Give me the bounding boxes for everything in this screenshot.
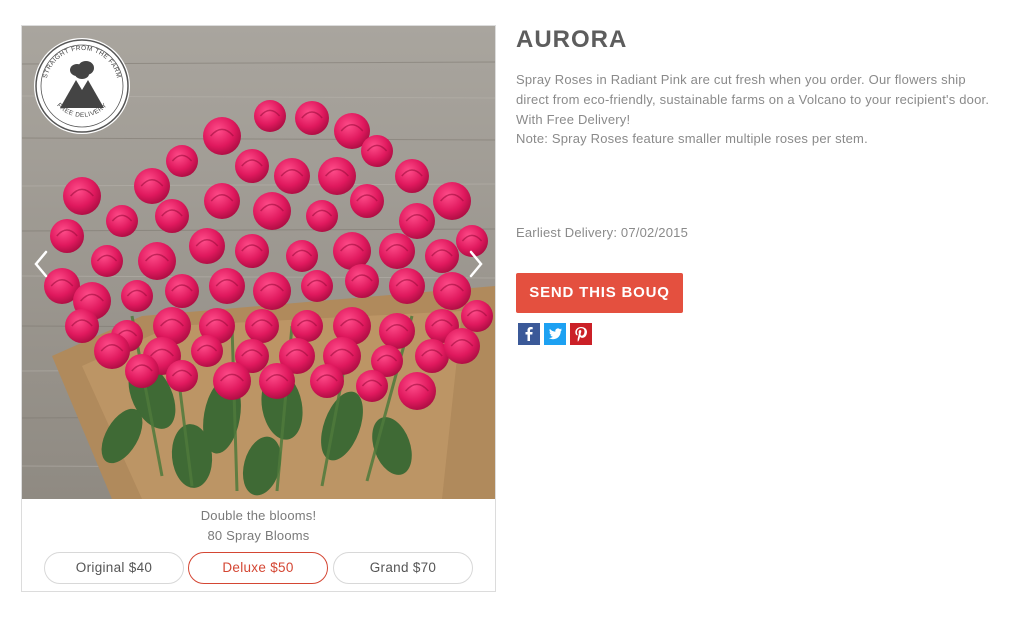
rose-bloom bbox=[203, 117, 241, 155]
rose-bloom bbox=[94, 333, 130, 369]
rose-bloom bbox=[310, 364, 344, 398]
rose-bloom bbox=[389, 268, 425, 304]
earliest-delivery: Earliest Delivery: 07/02/2015 bbox=[516, 225, 689, 240]
rose-bloom bbox=[295, 101, 329, 135]
pinterest-icon[interactable] bbox=[570, 323, 592, 345]
product-description: Spray Roses in Radiant Pink are cut fres… bbox=[516, 72, 990, 127]
rose-bloom bbox=[345, 264, 379, 298]
rose-bloom bbox=[134, 168, 170, 204]
rose-bloom bbox=[50, 219, 84, 253]
rose-bloom bbox=[204, 183, 240, 219]
rose-bloom bbox=[209, 268, 245, 304]
rose-bloom bbox=[121, 280, 153, 312]
rose-bloom bbox=[379, 313, 415, 349]
product-image-card: STRAIGHT FROM THE FARM FREE DELIVERY Dou… bbox=[21, 25, 496, 592]
facebook-icon[interactable] bbox=[518, 323, 540, 345]
rose-bloom bbox=[235, 149, 269, 183]
rose-bloom bbox=[333, 232, 371, 270]
rose-bloom bbox=[398, 372, 436, 410]
rose-bloom bbox=[259, 363, 295, 399]
rose-bloom bbox=[301, 270, 333, 302]
chevron-left-icon[interactable] bbox=[30, 248, 54, 280]
rose-bloom bbox=[425, 239, 459, 273]
rose-bloom bbox=[63, 177, 101, 215]
size-option-grand[interactable]: Grand $70 bbox=[333, 552, 473, 584]
send-bouquet-button[interactable]: SEND THIS BOUQ bbox=[516, 273, 683, 313]
rose-bloom bbox=[166, 360, 198, 392]
rose-bloom bbox=[318, 157, 356, 195]
rose-bloom bbox=[165, 274, 199, 308]
size-option-deluxe[interactable]: Deluxe $50 bbox=[188, 552, 328, 584]
chevron-right-icon[interactable] bbox=[463, 248, 487, 280]
rose-bloom bbox=[461, 300, 493, 332]
rose-bloom bbox=[125, 354, 159, 388]
rose-bloom bbox=[356, 370, 388, 402]
rose-bloom bbox=[415, 339, 449, 373]
rose-bloom bbox=[399, 203, 435, 239]
rose-bloom bbox=[433, 182, 471, 220]
farm-badge: STRAIGHT FROM THE FARM FREE DELIVERY bbox=[34, 38, 130, 134]
size-option-original[interactable]: Original $40 bbox=[44, 552, 184, 584]
rose-bloom bbox=[155, 199, 189, 233]
rose-bloom bbox=[91, 245, 123, 277]
rose-bloom bbox=[350, 184, 384, 218]
rose-bloom bbox=[166, 145, 198, 177]
rose-bloom bbox=[274, 158, 310, 194]
rose-bloom bbox=[444, 328, 480, 364]
rose-bloom bbox=[306, 200, 338, 232]
rose-bloom bbox=[291, 310, 323, 342]
rose-bloom bbox=[65, 309, 99, 343]
product-note: Note: Spray Roses feature smaller multip… bbox=[516, 131, 868, 146]
rose-bloom bbox=[235, 234, 269, 268]
size-caption-detail: 80 Spray Blooms bbox=[207, 528, 310, 543]
twitter-icon[interactable] bbox=[544, 323, 566, 345]
rose-bloom bbox=[191, 335, 223, 367]
product-photo: STRAIGHT FROM THE FARM FREE DELIVERY bbox=[22, 26, 495, 499]
rose-bloom bbox=[189, 228, 225, 264]
rose-bloom bbox=[213, 362, 251, 400]
rose-bloom bbox=[361, 135, 393, 167]
rose-bloom bbox=[286, 240, 318, 272]
rose-bloom bbox=[253, 272, 291, 310]
rose-bloom bbox=[106, 205, 138, 237]
rose-bloom bbox=[379, 233, 415, 269]
rose-bloom bbox=[253, 192, 291, 230]
size-caption-headline: Double the blooms! bbox=[200, 508, 317, 523]
product-title: AURORA bbox=[516, 26, 628, 53]
rose-bloom bbox=[254, 100, 286, 132]
rose-bloom bbox=[245, 309, 279, 343]
rose-bloom bbox=[138, 242, 176, 280]
rose-bloom bbox=[395, 159, 429, 193]
